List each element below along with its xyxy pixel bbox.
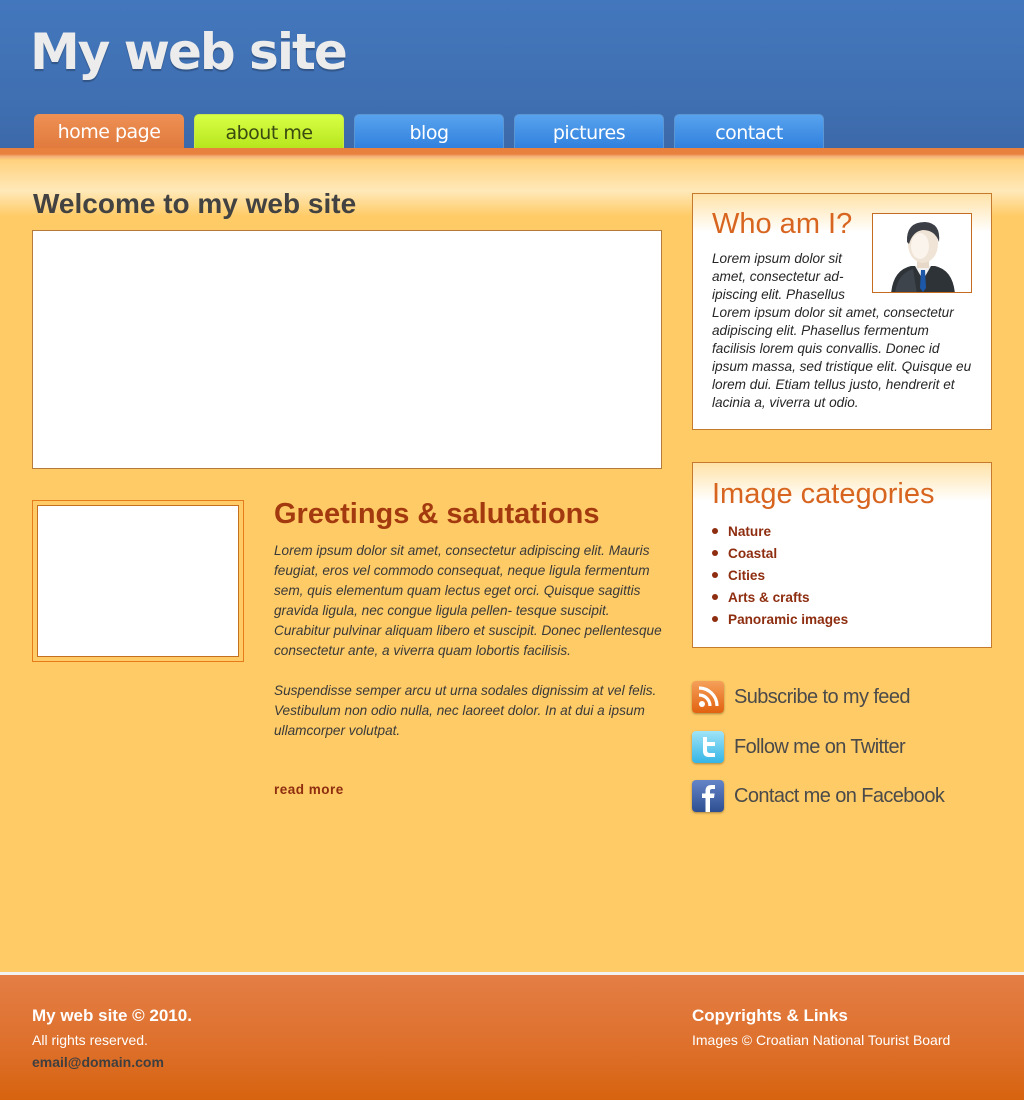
footer-links-title: Copyrights & Links — [692, 1006, 848, 1025]
footer-email-link[interactable]: email@domain.com — [32, 1053, 164, 1071]
facebook-glyph — [702, 785, 715, 812]
hero-image-placeholder — [32, 230, 662, 469]
footer-images-credit[interactable]: Images © Croatian National Tourist Board — [692, 1031, 950, 1049]
article-thumbnail-frame — [32, 500, 244, 662]
subscribe-feed-label: Subscribe to my feed — [734, 686, 910, 708]
tab-home-page[interactable]: home page — [34, 114, 184, 150]
category-label: Panoramic images — [728, 612, 849, 627]
article-body: Lorem ipsum dolor sit amet, consectetur … — [274, 541, 666, 741]
category-list: Nature Coastal Cities Arts & crafts Pano… — [712, 521, 848, 631]
category-item-nature[interactable]: Nature — [712, 521, 848, 543]
category-label: Arts & crafts — [728, 590, 810, 605]
who-am-i-text: Lorem ipsum dolor sit amet, consectetur … — [712, 250, 974, 412]
page-title: Welcome to my web site — [33, 188, 357, 219]
twitter-icon — [692, 731, 724, 763]
twitter-link[interactable]: Follow me on Twitter — [692, 731, 992, 765]
facebook-link[interactable]: Contact me on Facebook — [692, 780, 992, 814]
category-item-arts-crafts[interactable]: Arts & crafts — [712, 587, 848, 609]
who-am-i-intro: Lorem ipsum dolor sit amet, consectetur … — [712, 251, 845, 302]
rss-glyph — [698, 686, 719, 707]
bullet-icon — [712, 550, 718, 556]
article-paragraph-2: Suspendisse semper arcu ut urna sodales … — [274, 683, 657, 738]
facebook-label: Contact me on Facebook — [734, 785, 945, 807]
bullet-icon — [712, 572, 718, 578]
who-am-i-box: Who am I? Lorem ipsum dolor sit amet, co… — [692, 193, 992, 430]
image-categories-title: Image categories — [712, 478, 935, 510]
facebook-icon — [692, 780, 724, 812]
category-item-coastal[interactable]: Coastal — [712, 543, 848, 565]
tab-about-me[interactable]: about me — [194, 114, 344, 150]
footer-copyright: My web site © 2010. — [32, 1006, 192, 1025]
tab-contact[interactable]: contact — [674, 114, 824, 150]
article-paragraph-1: Lorem ipsum dolor sit amet, consectetur … — [274, 543, 662, 658]
bullet-icon — [712, 616, 718, 622]
tab-blog[interactable]: blog — [354, 114, 504, 150]
twitter-label: Follow me on Twitter — [734, 736, 906, 758]
category-label: Nature — [728, 524, 772, 539]
read-more-link[interactable]: read more — [274, 782, 344, 797]
category-label: Cities — [728, 568, 766, 583]
article-thumbnail-image — [37, 505, 239, 657]
category-item-cities[interactable]: Cities — [712, 565, 848, 587]
rss-icon — [692, 681, 724, 713]
who-am-i-title: Who am I? — [712, 208, 853, 240]
bullet-icon — [712, 528, 718, 534]
who-am-i-body: Lorem ipsum dolor sit amet, consectetur … — [712, 305, 972, 410]
twitter-glyph — [703, 737, 715, 757]
site-logo-title[interactable]: My web site — [30, 22, 348, 82]
tab-pictures[interactable]: pictures — [514, 114, 664, 150]
nav-underline-bar — [0, 148, 1024, 160]
category-label: Coastal — [728, 546, 778, 561]
category-item-panoramic-images[interactable]: Panoramic images — [712, 609, 848, 631]
image-categories-box: Image categories Nature Coastal Cities A… — [692, 462, 992, 648]
footer-rights: All rights reserved. — [32, 1032, 148, 1048]
article-title: Greetings & salutations — [274, 498, 600, 530]
bullet-icon — [712, 594, 718, 600]
subscribe-feed-link[interactable]: Subscribe to my feed — [692, 681, 992, 715]
